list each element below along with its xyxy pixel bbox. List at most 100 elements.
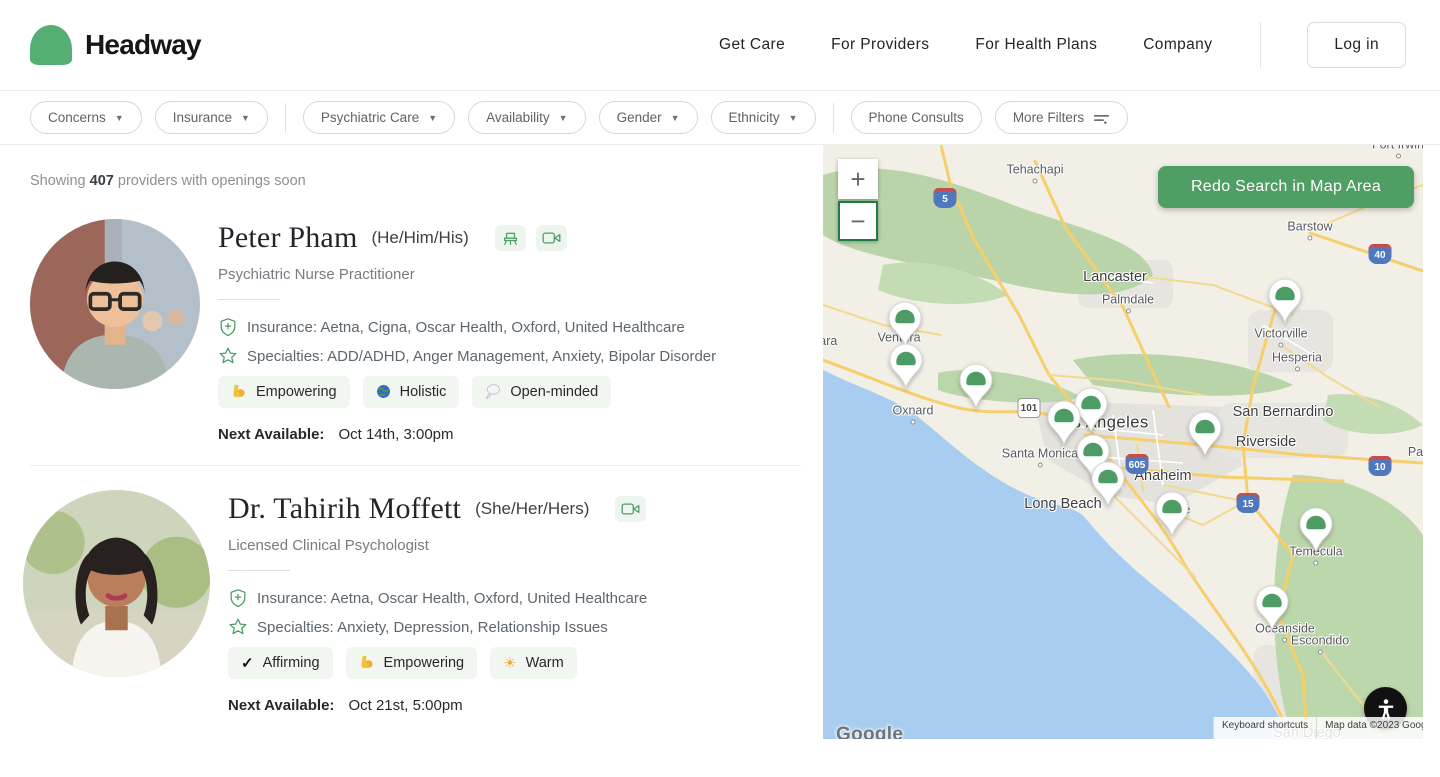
map-city-label: Santa Barbara bbox=[823, 334, 838, 348]
thought-emoji-icon bbox=[485, 383, 501, 401]
provider-pronouns: (She/Her/Hers) bbox=[475, 499, 590, 518]
map-provider-pin[interactable] bbox=[1255, 585, 1289, 632]
zoom-out-button[interactable]: − bbox=[838, 201, 878, 241]
insurance-shield-icon bbox=[220, 318, 236, 337]
nav-link-company[interactable]: Company bbox=[1143, 36, 1212, 54]
divider bbox=[228, 570, 290, 571]
filter-ethnicity[interactable]: Ethnicity ▼ bbox=[710, 101, 816, 134]
insurance-shield-icon bbox=[230, 589, 246, 608]
top-nav: Headway Get Care For Providers For Health … bbox=[0, 0, 1440, 91]
highway-shield-15: 15 bbox=[1236, 493, 1260, 513]
provider-name: Dr. Tahirih Moffett bbox=[228, 492, 462, 525]
map-city-label: Palm Springs bbox=[1407, 445, 1423, 459]
chevron-down-icon: ▼ bbox=[670, 112, 680, 123]
redo-search-button[interactable]: Redo Search in Map Area bbox=[1158, 166, 1414, 208]
headway-logo-icon bbox=[30, 25, 72, 65]
specialties-row: Specialties: Anxiety, Depression, Relati… bbox=[228, 617, 647, 637]
sun-emoji-icon: ☀ bbox=[503, 654, 517, 672]
map-city-label: Barstow bbox=[1287, 220, 1333, 241]
map-city-label: Tehachapi bbox=[1007, 163, 1064, 184]
brand[interactable]: Headway bbox=[30, 25, 202, 65]
filter-divider bbox=[832, 102, 834, 133]
globe-emoji-icon bbox=[376, 384, 391, 401]
trait-badge-empowering: Empowering bbox=[218, 376, 350, 408]
highway-shield-40: 40 bbox=[1368, 244, 1392, 264]
map-city-label: Oxnard bbox=[893, 404, 934, 425]
avatar bbox=[30, 219, 200, 389]
filter-phone-consults[interactable]: Phone Consults bbox=[850, 101, 982, 134]
map-city-label: Riverside bbox=[1235, 434, 1297, 450]
filter-more-filters[interactable]: More Filters bbox=[994, 101, 1129, 134]
nav-link-for-health-plans[interactable]: For Health Plans bbox=[975, 36, 1097, 54]
insurance-row: Insurance: Aetna, Oscar Health, Oxford, … bbox=[228, 588, 647, 608]
map-city-label: Hesperia bbox=[1272, 351, 1322, 372]
nav-link-for-providers[interactable]: For Providers bbox=[831, 36, 929, 54]
results-count: 407 bbox=[89, 173, 114, 189]
map-attribution-item[interactable]: Map data ©2023 Google, INEGI bbox=[1316, 717, 1423, 739]
in-person-chair-icon bbox=[494, 225, 526, 251]
sliders-icon bbox=[1093, 111, 1110, 125]
chevron-down-icon: ▼ bbox=[114, 112, 124, 123]
filter-bar: Concerns ▼ Insurance ▼ Psychiatric Care ▼ Ava… bbox=[0, 91, 1440, 145]
map-attribution-item[interactable]: Keyboard shortcuts bbox=[1213, 717, 1317, 739]
insurance-row: Insurance: Aetna, Cigna, Oscar Health, O… bbox=[218, 317, 716, 337]
next-available: Next Available: Oct 21st, 5:00pm bbox=[228, 697, 463, 714]
zoom-in-button[interactable]: + bbox=[838, 159, 878, 199]
filter-concerns[interactable]: Concerns ▼ bbox=[30, 101, 142, 134]
map-city-label: Santa Monica bbox=[1002, 447, 1078, 468]
map-city-label: Escondido bbox=[1291, 634, 1349, 655]
map-provider-pin[interactable] bbox=[1299, 507, 1333, 554]
map-city-label: San Bernardino bbox=[1232, 404, 1334, 420]
specialties-star-icon bbox=[229, 618, 247, 635]
main-nav: Get Care For Providers For Health Plans Com… bbox=[719, 22, 1406, 68]
map-provider-pin[interactable] bbox=[1091, 461, 1125, 508]
map-provider-pin[interactable] bbox=[959, 363, 993, 410]
map-city-label: Palmdale bbox=[1102, 293, 1154, 314]
flex-emoji-icon bbox=[231, 383, 247, 401]
map-city-label: Lancaster bbox=[1083, 269, 1147, 285]
map-provider-pin[interactable] bbox=[889, 343, 923, 390]
chevron-down-icon: ▼ bbox=[428, 112, 438, 123]
filter-availability[interactable]: Availability ▼ bbox=[468, 101, 586, 134]
map-city-label: Victorville bbox=[1254, 327, 1308, 348]
provider-results-panel: Showing 407 providers with openings soon… bbox=[0, 145, 823, 777]
map-provider-pin[interactable] bbox=[1155, 491, 1189, 538]
filter-divider bbox=[284, 102, 286, 133]
provider-title: Psychiatric Nurse Practitioner bbox=[218, 266, 415, 283]
highway-shield-10: 10 bbox=[1368, 456, 1392, 476]
filter-insurance[interactable]: Insurance ▼ bbox=[154, 101, 268, 134]
trait-badge-warm: ☀ Warm bbox=[490, 647, 577, 679]
specialties-row: Specialties: ADD/ADHD, Anger Management,… bbox=[218, 346, 716, 366]
chevron-down-icon: ▼ bbox=[558, 112, 568, 123]
specialties-star-icon bbox=[219, 347, 237, 364]
flex-emoji-icon bbox=[359, 654, 375, 672]
google-logo: Google bbox=[836, 724, 904, 739]
filter-psychiatric-care[interactable]: Psychiatric Care ▼ bbox=[302, 101, 456, 134]
highway-shield-5: 5 bbox=[933, 188, 957, 208]
login-button[interactable]: Log in bbox=[1307, 22, 1406, 68]
provider-card[interactable]: Dr. Tahirih Moffett (She/Her/Hers) Licen… bbox=[23, 465, 801, 736]
filter-gender[interactable]: Gender ▼ bbox=[598, 101, 698, 134]
map-provider-pin[interactable] bbox=[1188, 411, 1222, 458]
chevron-down-icon: ▼ bbox=[241, 112, 250, 123]
trait-badge-open-minded: Open-minded bbox=[472, 376, 612, 408]
chevron-down-icon: ▼ bbox=[788, 112, 798, 123]
next-available: Next Available: Oct 14th, 3:00pm bbox=[218, 426, 454, 443]
map-provider-pin[interactable] bbox=[1268, 278, 1302, 325]
provider-pronouns: (He/Him/His) bbox=[371, 228, 469, 247]
map-attribution: Keyboard shortcutsMap data ©2023 Google,… bbox=[1213, 717, 1423, 739]
trait-badge-affirming: ✓ Affirming bbox=[228, 647, 333, 679]
highway-shield-101: 101 bbox=[1017, 398, 1041, 418]
video-session-icon bbox=[535, 225, 567, 251]
nav-link-get-care[interactable]: Get Care bbox=[719, 36, 785, 54]
check-emoji-icon: ✓ bbox=[241, 654, 254, 672]
map-city-label: Fort Irwin bbox=[1372, 145, 1423, 159]
video-session-icon bbox=[615, 496, 647, 522]
map-panel[interactable]: Fort Irwin Tehachapi Barstow Lancaster Palmd… bbox=[823, 145, 1423, 739]
results-summary: Showing 407 providers with openings soon bbox=[30, 173, 306, 189]
map-provider-pin[interactable] bbox=[888, 301, 922, 348]
provider-card[interactable]: Peter Pham (He/Him/His) Psychiatric Nurs… bbox=[30, 213, 801, 465]
map-zoom-controls: + − bbox=[838, 159, 878, 241]
avatar bbox=[23, 490, 210, 677]
trait-badge-holistic: Holistic bbox=[362, 376, 460, 408]
